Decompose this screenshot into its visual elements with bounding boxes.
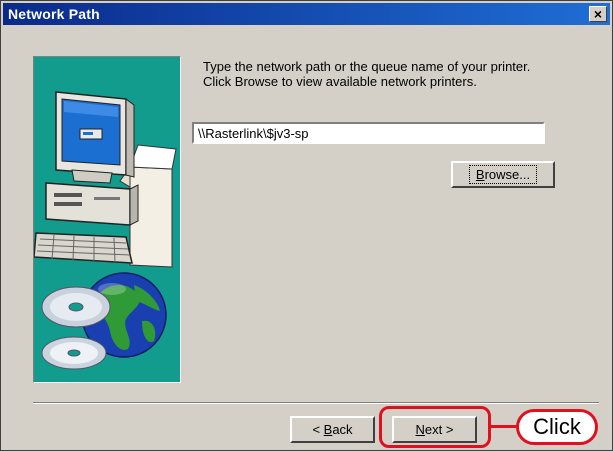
- dialog-title: Network Path: [8, 6, 100, 22]
- click-callout: Click: [516, 409, 598, 445]
- back-button[interactable]: < Back: [290, 416, 375, 443]
- browse-button[interactable]: Browse...: [451, 161, 555, 188]
- click-highlight-ring: [379, 406, 491, 448]
- network-path-input[interactable]: [192, 122, 545, 144]
- close-icon: ×: [593, 6, 603, 22]
- browse-button-label: Browse...: [468, 165, 538, 184]
- wizard-illustration: [33, 56, 181, 383]
- instruction-line-1: Type the network path or the queue name …: [203, 59, 531, 74]
- title-bar[interactable]: Network Path ×: [3, 3, 610, 25]
- click-callout-connector: [490, 425, 518, 428]
- computer-illustration: [34, 91, 177, 370]
- globe-cd-illustration: [41, 272, 167, 370]
- close-button[interactable]: ×: [589, 6, 607, 22]
- click-callout-label: Click: [533, 414, 581, 439]
- instructions-text: Type the network path or the queue name …: [203, 59, 583, 89]
- back-button-label: < Back: [312, 422, 353, 437]
- network-path-dialog: Network Path × Type the network path or …: [0, 0, 613, 451]
- instruction-line-2: Click Browse to view available network p…: [203, 74, 477, 89]
- separator: [33, 402, 599, 404]
